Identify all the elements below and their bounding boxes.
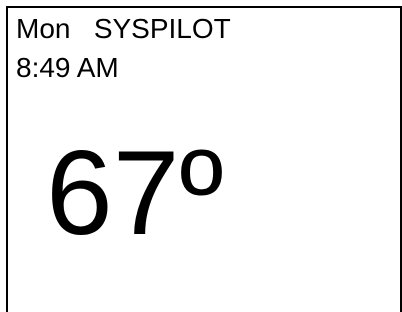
display-frame-top [6, 6, 402, 8]
thermostat-display: Mon SYSPILOT 8:49 AM 67º [0, 0, 402, 312]
mode-label: SYSPILOT [93, 13, 231, 44]
temperature-readout: 67º [46, 126, 224, 260]
time-label: 8:49 AM [16, 52, 119, 83]
header-line: Mon SYSPILOT [16, 13, 231, 45]
display-frame-left [6, 6, 8, 312]
day-label: Mon [16, 13, 71, 44]
